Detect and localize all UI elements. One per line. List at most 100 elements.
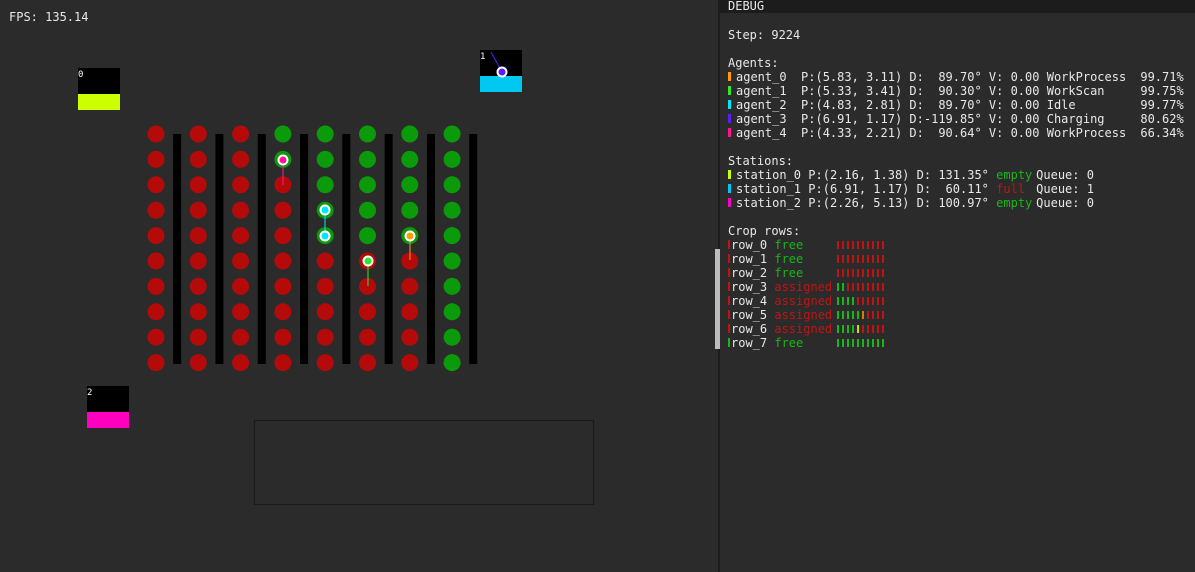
row-progress-tick: [857, 269, 860, 277]
row-progress-tick: [857, 325, 860, 333]
row-progress-tick: [837, 311, 840, 319]
agent-name: agent_4: [736, 126, 787, 140]
crop-row-line: row_5 assigned: [728, 308, 887, 322]
crop-row-progress: [837, 294, 887, 308]
agent-line: agent_3 P:(6.91, 1.17) D:-119.85° V: 0.0…: [728, 112, 1184, 126]
plant: [274, 354, 292, 372]
plant: [316, 150, 334, 168]
agent-position: P:(4.83, 2.81): [801, 98, 903, 112]
plant: [316, 252, 334, 270]
agent-direction: D: 89.70°: [909, 98, 982, 112]
row-progress-tick: [837, 255, 840, 263]
row-progress-tick: [842, 241, 845, 249]
crop-row-name: row_5: [731, 308, 768, 322]
agent-marker-core: [321, 232, 329, 240]
agent-color-icon: [728, 128, 731, 137]
plant: [189, 303, 207, 321]
agent-position: P:(6.91, 1.17): [801, 112, 903, 126]
plant: [147, 277, 165, 295]
row-progress-tick: [872, 339, 875, 347]
crop-row-name: row_0: [731, 238, 768, 252]
agent-battery: 99.77%: [1140, 98, 1184, 112]
row-progress-tick: [862, 325, 865, 333]
agent-state: Idle: [1046, 98, 1076, 112]
station-position: P:(6.91, 1.17): [808, 182, 910, 196]
agent-position: P:(4.33, 2.21): [801, 126, 903, 140]
plant: [316, 303, 334, 321]
agent-line: agent_1 P:(5.33, 3.41) D: 90.30° V: 0.00…: [728, 84, 1184, 98]
simulation-view: FPS: 135.14 0 1 2: [0, 0, 718, 572]
agent-name: agent_0: [736, 70, 787, 84]
plant: [232, 252, 250, 270]
row-progress-tick: [862, 255, 865, 263]
row-divider: [257, 134, 266, 364]
plant: [274, 328, 292, 346]
plant: [147, 125, 165, 143]
plant: [401, 176, 419, 194]
crop-row-marker: [728, 296, 730, 305]
plant: [189, 328, 207, 346]
row-progress-tick: [842, 325, 845, 333]
agent-direction: D: 90.64°: [909, 126, 982, 140]
agent-name: agent_2: [736, 98, 787, 112]
crop-row-status: assigned: [774, 280, 833, 294]
plant: [443, 176, 461, 194]
plant: [232, 176, 250, 194]
debug-panel: DEBUG Step: 9224 Agents: agent_0 P:(5.83…: [715, 0, 1195, 572]
plant: [359, 176, 376, 194]
row-progress-tick: [862, 241, 865, 249]
station-line: station_0 P:(2.16, 1.38) D: 131.35° empt…: [728, 168, 1094, 182]
plant: [232, 201, 250, 219]
crop-row-progress: [837, 252, 887, 266]
plant: [359, 201, 376, 219]
agent-state: WorkScan: [1046, 84, 1105, 98]
row-progress-tick: [877, 241, 880, 249]
row-progress-tick: [862, 311, 865, 319]
crop-row-status: free: [774, 266, 804, 280]
crop-row-status: free: [774, 336, 804, 350]
plant: [232, 328, 250, 346]
crop-row-name: row_6: [731, 322, 768, 336]
crop-row-name: row_7: [731, 336, 768, 350]
plant: [443, 150, 461, 168]
row-progress-tick: [877, 339, 880, 347]
row-progress-tick: [852, 255, 855, 263]
row-progress-tick: [852, 297, 855, 305]
agent-battery: 80.62%: [1140, 112, 1184, 126]
plant: [443, 277, 461, 295]
row-progress-tick: [882, 325, 885, 333]
row-progress-tick: [847, 269, 850, 277]
row-divider: [173, 134, 182, 364]
plant: [316, 328, 334, 346]
plant: [189, 125, 207, 143]
station-queue: Queue: 0: [1036, 168, 1094, 182]
row-progress-tick: [842, 283, 845, 291]
plant: [401, 354, 419, 372]
empty-zone: [254, 420, 594, 505]
agent-velocity: V: 0.00: [988, 126, 1040, 140]
crop-row-line: row_2 free: [728, 266, 887, 280]
row-progress-tick: [882, 339, 885, 347]
row-progress-tick: [837, 241, 840, 249]
plant: [274, 227, 292, 245]
plant: [443, 125, 461, 143]
row-progress-tick: [857, 283, 860, 291]
row-progress-tick: [872, 297, 875, 305]
crop-row-line: row_7 free: [728, 336, 887, 350]
row-progress-tick: [867, 325, 870, 333]
plant: [401, 328, 419, 346]
plant: [401, 277, 419, 295]
agent-color-icon: [728, 100, 731, 109]
panel-scrollbar[interactable]: [715, 249, 720, 349]
station-line: station_1 P:(6.91, 1.17) D: 60.11° full Q…: [728, 182, 1094, 196]
station-status: empty: [996, 196, 1033, 210]
station-position: P:(2.26, 5.13): [808, 196, 910, 210]
crop-row-marker: [728, 310, 730, 319]
row-progress-tick: [847, 283, 850, 291]
plant: [401, 201, 419, 219]
row-progress-tick: [857, 339, 860, 347]
station-position: P:(2.16, 1.38): [808, 168, 910, 182]
agent-color-icon: [728, 86, 731, 95]
agent-name: agent_1: [736, 84, 787, 98]
row-progress-tick: [847, 297, 850, 305]
